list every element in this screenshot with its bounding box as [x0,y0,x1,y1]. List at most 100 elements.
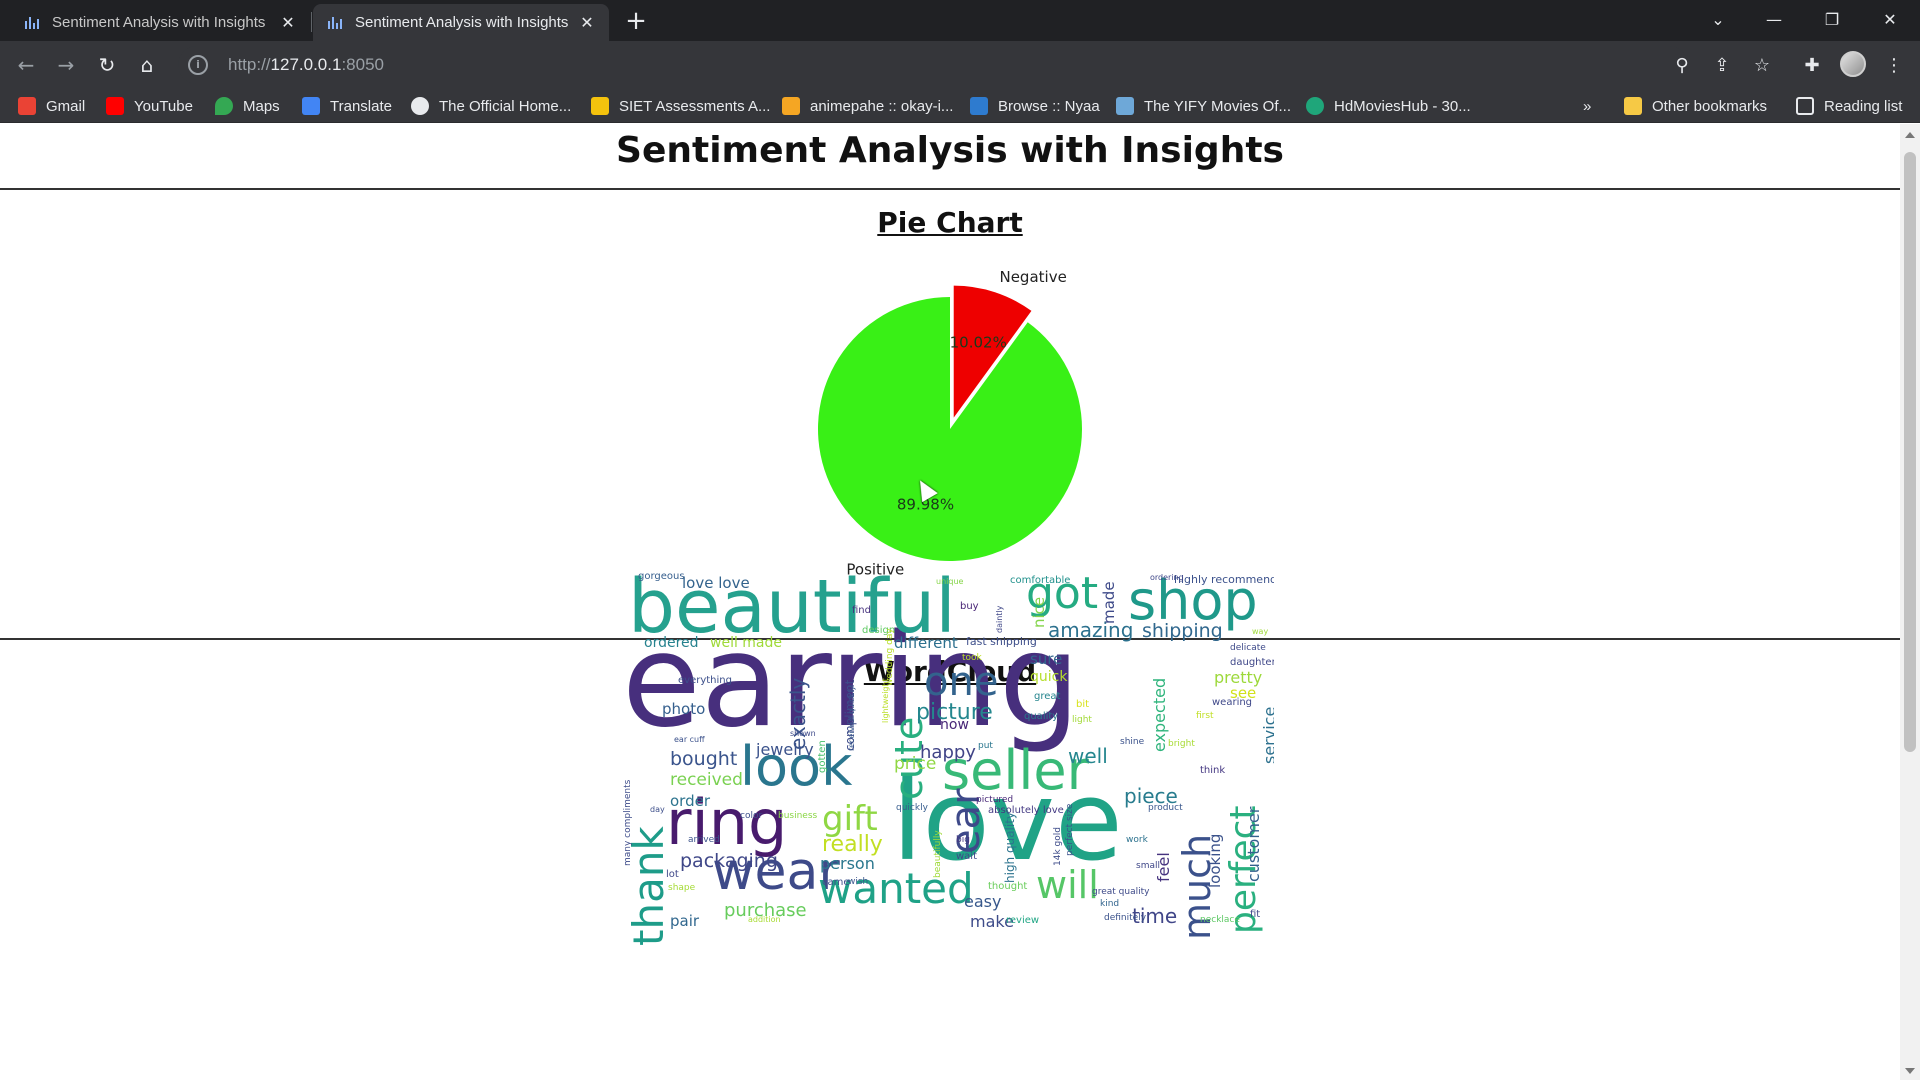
wordcloud-word: service [1260,707,1274,765]
bookmark-hdmovieshub[interactable]: HdMoviesHub - 30... [1306,95,1471,117]
wordcloud-word: many compliments [623,779,633,867]
wordcloud-word: great quality [1092,887,1150,897]
wordcloud-word: price [894,754,937,774]
close-window-button[interactable]: ✕ [1862,0,1918,38]
new-tab-button[interactable]: + [622,8,650,36]
wordcloud-word: first [1196,711,1214,721]
wordcloud-word: big [956,835,970,845]
wordcloud-word: gift [822,799,878,839]
bookmark-siet[interactable]: SIET Assessments A... [591,95,770,117]
menu-icon[interactable]: ⋮ [1880,51,1908,79]
wordcloud-word: quality [1024,711,1059,722]
minimize-button[interactable]: — [1746,0,1802,38]
page-scrollbar[interactable] [1900,124,1920,1080]
wordcloud-word: product [1148,803,1183,813]
wordcloud-word: nice [1030,596,1048,628]
wordcloud-word: quick [1030,669,1068,685]
wordcloud-word: wish [848,877,869,887]
profile-avatar[interactable] [1840,51,1866,77]
wordcloud-word: 14k gold [1053,827,1063,867]
wordcloud-word: gotten [817,740,828,773]
wordcloud-word: great [1034,691,1061,702]
wordcloud-word: love love [682,574,750,592]
bookmark-youtube[interactable]: YouTube [106,95,193,117]
bookmark-gmail[interactable]: Gmail [18,95,85,117]
forward-icon[interactable]: → [50,49,82,81]
wordcloud-word: came [822,877,850,888]
close-icon[interactable]: ✕ [577,13,597,33]
close-icon[interactable]: ✕ [278,13,298,33]
youtube-icon [106,97,124,115]
tab-2[interactable]: Sentiment Analysis with Insights ✕ [313,4,609,41]
pie-percent-label: 10.02% [950,333,1007,351]
wordcloud-word: high quality [1003,811,1017,883]
site-info-icon[interactable]: i [188,55,208,75]
wordcloud-word: buy [960,601,979,612]
wordcloud-word: wearing [1212,697,1253,708]
chart-favicon-icon [22,14,40,32]
wordcloud-word: bit [1076,699,1090,710]
bookmark-maps[interactable]: Maps [215,95,280,117]
wordcloud-word: find [852,605,871,616]
share-icon[interactable]: ⇪ [1708,51,1736,79]
page-title: Sentiment Analysis with Insights [616,130,1284,171]
reading-list[interactable]: Reading list [1796,95,1902,117]
wordcloud-word: everything [678,675,732,686]
wordcloud: earring beautiful love shop got seller look rin… [622,570,1274,956]
wordcloud-word: thought [988,881,1028,892]
other-bookmarks[interactable]: Other bookmarks [1624,95,1767,117]
wordcloud-word: arrived [688,835,720,845]
url-text[interactable]: http://127.0.0.1:8050 [228,55,384,75]
wordcloud-word: lot [666,869,679,880]
address-bar[interactable]: i http://127.0.0.1:8050 [178,46,1688,84]
bookmark-animepahe[interactable]: animepahe :: okay-i... [782,95,953,117]
wordcloud-word: bright [1168,739,1195,749]
tab-search-icon[interactable]: ⌄ [1690,0,1746,38]
wordcloud-word: easy [964,892,1002,911]
wordcloud-word: fit [1250,909,1261,920]
bookmark-star-icon[interactable]: ☆ [1748,51,1776,79]
browser-toolbar: ← → ↻ ⌂ i http://127.0.0.1:8050 ⚲ ⇪ ☆ ✚ … [0,41,1920,89]
wordcloud-word: perfect size [1065,803,1075,857]
bookmark-yify[interactable]: The YIFY Movies Of... [1116,95,1291,117]
wordcloud-word: absolutely love [988,805,1064,816]
divider [0,188,1900,190]
zoom-icon[interactable]: ⚲ [1668,51,1696,79]
wordcloud-word: highly recommend [1174,573,1274,586]
wordcloud-word: now [940,717,969,733]
wordcloud-word: amazing [1048,618,1134,642]
scroll-up-icon[interactable] [1905,132,1915,138]
wordcloud-word: sure [1030,650,1063,668]
wordcloud-word: comfortable [1010,575,1071,586]
home-icon[interactable]: ⌂ [131,49,163,81]
wordcloud-word: daughter [1230,657,1274,668]
wordcloud-word: business [778,811,818,821]
wordcloud-word: day [650,805,665,814]
bookmark-nyaa[interactable]: Browse :: Nyaa [970,95,1100,117]
wordcloud-word: small [1136,861,1160,871]
wordcloud-word: well made [710,635,783,651]
wordcloud-word: photo [662,700,706,718]
wordcloud-word: ordered [644,635,699,651]
scroll-down-icon[interactable] [1905,1068,1915,1074]
more-bookmarks-icon[interactable]: » [1583,95,1591,117]
wordcloud-word: really [822,832,883,857]
wordcloud-word: put [978,741,993,751]
gmail-icon [18,97,36,115]
wordcloud-word: received quickly [847,685,856,752]
tab-1[interactable]: Sentiment Analysis with Insights ✕ [10,4,310,41]
wordcloud-word: delicate [1230,643,1266,653]
back-icon[interactable]: ← [10,49,42,81]
wordcloud-word: beautifully [933,830,943,879]
wordcloud-word: bought [670,748,738,770]
wordcloud-word: color [740,811,763,821]
reload-icon[interactable]: ↻ [91,49,123,81]
pie-chart: 10.02%Negative89.98%Positive [818,268,1082,579]
bookmark-official-home[interactable]: The Official Home... [411,95,571,117]
bookmark-translate[interactable]: Translate [302,95,392,117]
restore-button[interactable]: ❐ [1804,0,1860,38]
extensions-icon[interactable]: ✚ [1798,51,1826,79]
wordcloud-word: ear cuff [674,735,705,744]
wordcloud-word: well [1068,744,1108,768]
scrollbar-thumb[interactable] [1904,152,1916,752]
